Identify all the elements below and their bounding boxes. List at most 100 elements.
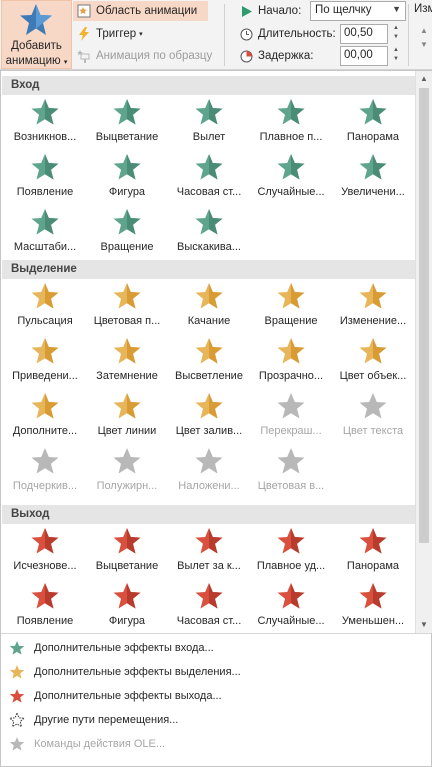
start-select[interactable]: По щелчку ▼ (310, 1, 406, 21)
animation-tile[interactable]: Плавное п... (251, 95, 331, 149)
duration-spinner[interactable]: ▲ ▼ (390, 24, 402, 44)
delay-spinner[interactable]: ▲ ▼ (390, 46, 402, 66)
shape-icon (112, 152, 142, 182)
more-effects-label: Дополнительные эффекты выхода... (34, 690, 222, 702)
bold-reveal-icon (194, 446, 224, 476)
animation-tile[interactable]: Вылет за к... (169, 524, 249, 578)
animation-tile[interactable]: Возникнов... (5, 95, 85, 149)
animation-tile-label: Плавное п... (259, 131, 323, 143)
animation-tile[interactable]: Фигура (87, 150, 167, 204)
more-effects-label: Другие пути перемещения... (34, 714, 179, 726)
animation-tile[interactable]: Приведени... (5, 334, 85, 388)
float-in-icon (276, 97, 306, 127)
exit-split-icon (358, 526, 388, 556)
animation-tile[interactable]: Вращение (251, 279, 331, 333)
animation-tile-label: Появление (16, 615, 74, 627)
fly-in-icon (194, 97, 224, 127)
add-animation-button[interactable]: Добавить анимацию ▾ (1, 0, 72, 69)
desaturate-icon (30, 336, 60, 366)
animation-tile[interactable]: Появление (5, 150, 85, 204)
play-icon (242, 5, 252, 17)
animation-tile[interactable]: Высветление (169, 334, 249, 388)
pulse-icon (30, 281, 60, 311)
scroll-thumb[interactable] (419, 88, 429, 543)
animation-tile[interactable]: Выцветание (87, 524, 167, 578)
animation-tile-label: Цвет залив... (175, 425, 243, 437)
trigger-button[interactable]: Триггер ▾ (76, 24, 143, 44)
ole-action-icon (9, 736, 25, 752)
animation-tile-label: Фигура (108, 186, 146, 198)
animation-tile[interactable]: Исчезнове... (5, 524, 85, 578)
animation-tile[interactable]: Изменение... (333, 279, 413, 333)
animation-tile[interactable]: Уменьшен... (333, 579, 413, 633)
animation-tile[interactable]: Часовая ст... (169, 579, 249, 633)
exit-wheel-icon (194, 581, 224, 611)
exit-wipe-icon (30, 581, 60, 611)
add-animation-label-line1: Добавить (11, 40, 62, 52)
animation-tile: Наложени... (169, 444, 249, 498)
animation-tile[interactable]: Качание (169, 279, 249, 333)
wheel-icon (194, 152, 224, 182)
animation-tile[interactable]: Панорама (333, 524, 413, 578)
section-header: Вход (2, 76, 415, 95)
animation-tile[interactable]: Цвет залив... (169, 389, 249, 443)
animation-tile[interactable]: Масштаби... (5, 205, 85, 259)
more-effects-menu-item[interactable]: Дополнительные эффекты выхода... (2, 685, 414, 707)
teeter-icon (194, 281, 224, 311)
animation-tile[interactable]: Плавное уд... (251, 524, 331, 578)
animation-tile-label: Случайные... (257, 615, 325, 627)
animation-tile[interactable]: Цвет объек... (333, 334, 413, 388)
animation-tile[interactable]: Пульсация (5, 279, 85, 333)
animation-tile[interactable]: Дополните... (5, 389, 85, 443)
animation-tile[interactable]: Цвет линии (87, 389, 167, 443)
animations-ribbon: Добавить анимацию ▾ Область анимации Три… (0, 0, 432, 70)
animation-tile-label: Исчезнове... (13, 560, 77, 572)
gallery-scrollbar[interactable]: ▲ ▼ (415, 71, 432, 633)
animation-pane-icon (77, 4, 91, 18)
animation-tile[interactable]: Выцветание (87, 95, 167, 149)
duration-input[interactable]: 00,50 (340, 24, 388, 44)
disappear-icon (30, 526, 60, 556)
more-effects-menu-item[interactable]: Дополнительные эффекты входа... (2, 637, 414, 659)
animation-painter-label: Анимация по образцу (96, 50, 213, 62)
animation-tile-label: Вращение (100, 241, 154, 253)
section-header: Выделение (2, 260, 415, 279)
animation-tile[interactable]: Прозрачно... (251, 334, 331, 388)
animation-tile-label: Случайные... (257, 186, 325, 198)
animation-tile[interactable]: Вращение (87, 205, 167, 259)
animation-tile[interactable]: Выскакива... (169, 205, 249, 259)
animation-tile[interactable]: Увеличени... (333, 150, 413, 204)
start-select-value: По щелчку (315, 4, 372, 16)
animation-tile-label: Фигура (108, 615, 146, 627)
more-effects-menu-item[interactable]: Дополнительные эффекты выделения... (2, 661, 414, 683)
animation-tile[interactable]: Случайные... (251, 150, 331, 204)
animation-tile[interactable]: Затемнение (87, 334, 167, 388)
line-color-icon (112, 391, 142, 421)
animation-tile-label: Панорама (346, 131, 400, 143)
animation-tile[interactable]: Появление (5, 579, 85, 633)
trigger-label: Триггер (96, 28, 137, 40)
ribbon-scroll-arrows[interactable]: ▲ ▼ (420, 24, 428, 52)
ribbon-divider (224, 4, 225, 66)
emphasis-star-icon (9, 664, 25, 680)
animation-tile-label: Цвет линии (97, 425, 157, 437)
animation-pane-button[interactable]: Область анимации (73, 1, 208, 21)
animation-tile: Цвет текста (333, 389, 413, 443)
animation-painter-button[interactable]: Анимация по образцу (76, 46, 212, 66)
animation-tile[interactable]: Цветовая п... (87, 279, 167, 333)
animation-tile[interactable]: Часовая ст... (169, 150, 249, 204)
exit-star-icon (9, 688, 25, 704)
delay-input[interactable]: 00,00 (340, 46, 388, 66)
scroll-down-icon[interactable]: ▼ (416, 617, 432, 633)
animation-tile[interactable]: Вылет (169, 95, 249, 149)
painter-icon (77, 50, 90, 63)
menu-divider (1, 633, 431, 634)
more-effects-menu-item[interactable]: Другие пути перемещения... (2, 709, 414, 731)
scroll-up-icon[interactable]: ▲ (416, 71, 432, 87)
animation-tile[interactable]: Случайные... (251, 579, 331, 633)
animation-tile-label: Перекраш... (260, 425, 322, 437)
animation-tile[interactable]: Фигура (87, 579, 167, 633)
clock-icon (240, 28, 253, 40)
animation-tile[interactable]: Панорама (333, 95, 413, 149)
exit-fade-icon (112, 526, 142, 556)
